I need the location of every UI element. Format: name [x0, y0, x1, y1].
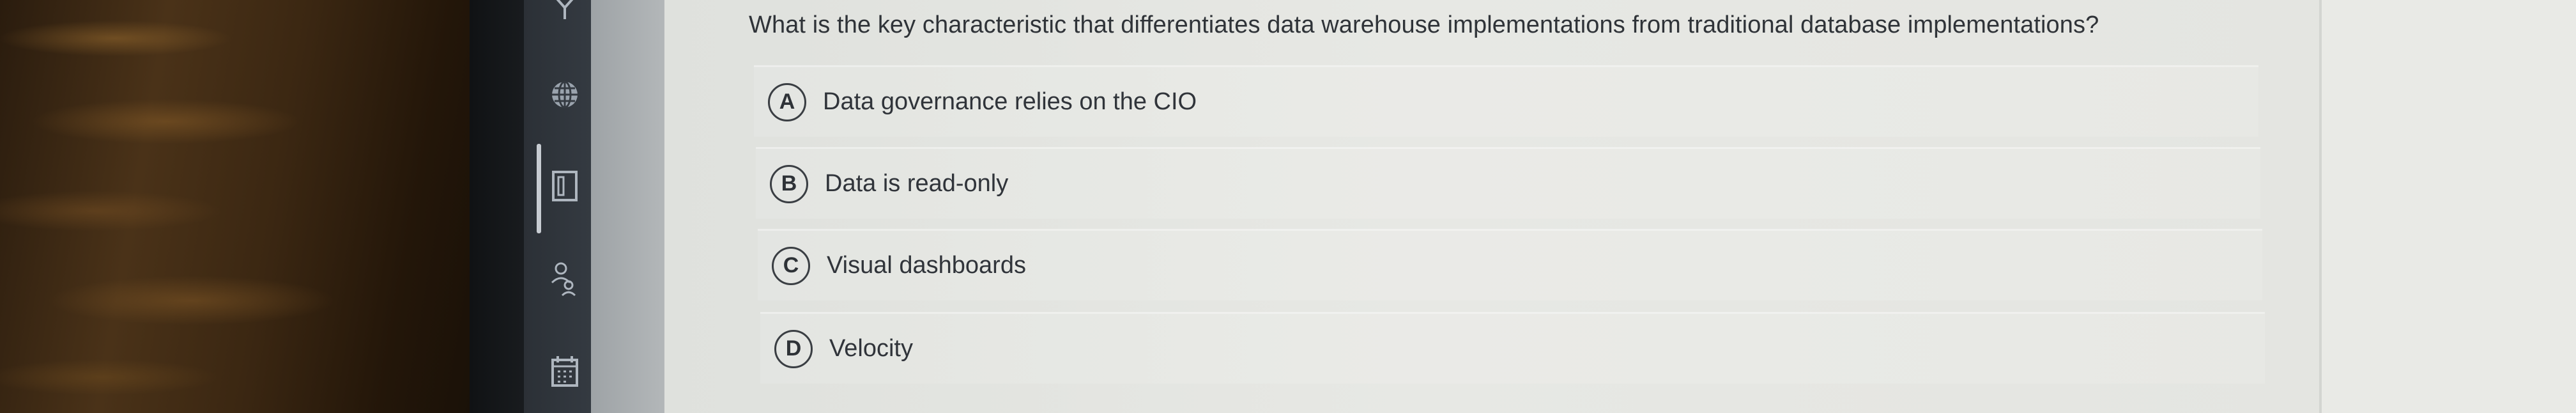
sidebar-active-indicator	[537, 144, 541, 233]
option-text-a: Data governance relies on the CIO	[823, 88, 1197, 115]
book-icon[interactable]	[548, 169, 581, 203]
people-icon[interactable]	[548, 262, 581, 297]
option-text-b: Data is read-only	[825, 170, 1009, 197]
question-text: What is the key characteristic that diff…	[749, 12, 2099, 38]
right-panel	[2319, 0, 2576, 413]
option-letter-d: D	[774, 329, 813, 368]
app-sidebar	[524, 0, 591, 413]
partial-top-icon[interactable]	[548, 0, 581, 24]
calendar-icon[interactable]	[548, 355, 581, 388]
option-letter-b: B	[770, 164, 808, 203]
option-text-d: Velocity	[829, 335, 913, 362]
option-a[interactable]: A Data governance relies on the CIO	[754, 65, 2258, 137]
option-d[interactable]: D Velocity	[760, 312, 2265, 384]
option-c[interactable]: C Visual dashboards	[758, 229, 2262, 300]
option-letter-c: C	[772, 246, 810, 285]
sidebar-gutter	[591, 0, 664, 413]
option-text-c: Visual dashboards	[827, 252, 1026, 279]
desk-background	[0, 0, 492, 413]
screen: What is the key characteristic that diff…	[0, 0, 2576, 413]
option-letter-a: A	[768, 82, 806, 121]
globe-icon[interactable]	[548, 78, 581, 111]
option-b[interactable]: B Data is read-only	[756, 147, 2260, 219]
